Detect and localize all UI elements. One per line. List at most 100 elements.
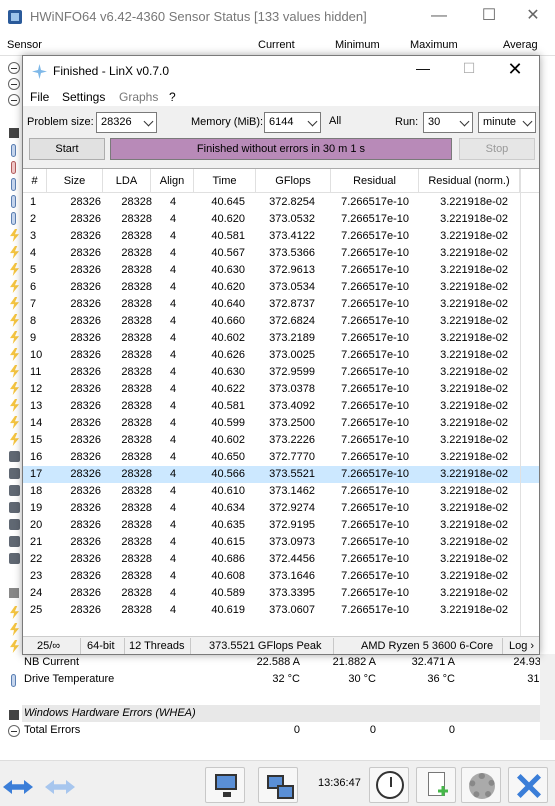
- menu-settings[interactable]: Settings: [62, 90, 105, 104]
- table-row[interactable]: 1 28326 28328 4 40.645 372.8254 7.266517e-10 3.…: [23, 194, 539, 211]
- sensor-monitor-button[interactable]: [205, 767, 245, 803]
- hwinfo-maximize-button[interactable]: ☐: [466, 0, 512, 32]
- column-sensor[interactable]: Sensor: [7, 39, 42, 51]
- cell-lda: 28328: [121, 570, 152, 582]
- linx-minimize-button[interactable]: —: [413, 60, 433, 76]
- hwinfo-vertical-scrollbar[interactable]: [540, 654, 555, 740]
- run-unit-select[interactable]: minute: [478, 112, 536, 133]
- voltage-icon: [10, 399, 19, 412]
- cell-lda: 28328: [121, 553, 152, 565]
- column-maximum[interactable]: Maximum: [410, 39, 458, 51]
- column-minimum[interactable]: Minimum: [335, 39, 380, 51]
- navigate-arrows-button[interactable]: [3, 767, 41, 803]
- voltage-icon: [10, 297, 19, 310]
- header-time[interactable]: Time: [194, 169, 256, 193]
- table-row[interactable]: 23 28326 28328 4 40.608 373.1646 7.266517e-10 3…: [23, 568, 539, 585]
- linx-close-button[interactable]: ✕: [505, 59, 525, 80]
- collapse-icon[interactable]: [8, 78, 20, 90]
- memory-select[interactable]: 6144: [264, 112, 321, 133]
- table-row[interactable]: 8 28326 28328 4 40.660 372.6824 7.266517e-10 3.…: [23, 313, 539, 330]
- cell-residual: 7.266517e-10: [341, 213, 409, 225]
- log-button[interactable]: Log ›: [509, 640, 534, 652]
- menu-file[interactable]: File: [30, 90, 49, 104]
- table-row[interactable]: 4 28326 28328 4 40.567 373.5366 7.266517e-10 3.…: [23, 245, 539, 262]
- table-row[interactable]: 18 28326 28328 4 40.610 373.1462 7.266517e-10 3…: [23, 483, 539, 500]
- header-gflops[interactable]: GFlops: [256, 169, 331, 193]
- menu-help[interactable]: ?: [169, 90, 176, 104]
- cell-lda: 28328: [121, 502, 152, 514]
- table-row[interactable]: 24 28326 28328 4 40.589 373.3395 7.266517e-10 3…: [23, 585, 539, 602]
- hwinfo-minimize-button[interactable]: —: [416, 0, 462, 32]
- table-row[interactable]: 13 28326 28328 4 40.581 373.4092 7.266517e-10 3…: [23, 398, 539, 415]
- add-report-icon: [428, 772, 445, 796]
- cell-time: 40.589: [211, 587, 245, 599]
- network-button[interactable]: [258, 767, 298, 803]
- column-average[interactable]: Averag: [503, 39, 538, 51]
- navigate-arrows-alt-button[interactable]: [45, 767, 83, 803]
- all-memory-option[interactable]: All: [329, 115, 341, 127]
- problem-size-value: 28326: [101, 116, 132, 128]
- run-count-select[interactable]: 30: [423, 112, 473, 133]
- table-row[interactable]: 17 28326 28328 4 40.566 373.5521 7.266517e-10 3…: [23, 466, 539, 483]
- settings-button[interactable]: [461, 767, 501, 803]
- collapse-icon[interactable]: [8, 725, 20, 737]
- table-row[interactable]: 11 28326 28328 4 40.630 372.9599 7.266517e-10 3…: [23, 364, 539, 381]
- table-row[interactable]: 25 28326 28328 4 40.619 373.0607 7.266517e-10 3…: [23, 602, 539, 619]
- logging-button[interactable]: [416, 767, 456, 803]
- table-row[interactable]: 22 28326 28328 4 40.686 372.4456 7.266517e-10 3…: [23, 551, 539, 568]
- sensor-group-whea[interactable]: Windows Hardware Errors (WHEA): [22, 705, 555, 722]
- header-number[interactable]: #: [23, 169, 47, 193]
- table-row[interactable]: 16 28326 28328 4 40.650 372.7770 7.266517e-10 3…: [23, 449, 539, 466]
- table-row[interactable]: 21 28326 28328 4 40.615 373.0973 7.266517e-10 3…: [23, 534, 539, 551]
- header-residual-norm[interactable]: Residual (norm.): [419, 169, 520, 193]
- close-sensors-button[interactable]: [508, 767, 548, 803]
- cell-residual-norm: 3.221918e-02: [440, 434, 508, 446]
- menu-graphs[interactable]: Graphs: [119, 90, 158, 104]
- cell-align: 4: [169, 247, 177, 259]
- sensor-row-nb-current[interactable]: NB Current 22.588 A 21.882 A 32.471 A 24…: [22, 654, 555, 671]
- hwinfo-close-button[interactable]: ✕: [510, 0, 555, 32]
- cell-residual: 7.266517e-10: [341, 417, 409, 429]
- clock-icon: [376, 771, 404, 799]
- reset-timer-button[interactable]: [369, 767, 409, 803]
- header-align[interactable]: Align: [151, 169, 194, 193]
- table-row[interactable]: 12 28326 28328 4 40.622 373.0378 7.266517e-10 3…: [23, 381, 539, 398]
- table-row[interactable]: 19 28326 28328 4 40.634 372.9274 7.266517e-10 3…: [23, 500, 539, 517]
- fan-icon: [9, 536, 20, 547]
- table-row[interactable]: 9 28326 28328 4 40.602 373.2189 7.266517e-10 3.…: [23, 330, 539, 347]
- sensor-row-total-errors[interactable]: Total Errors 0 0 0: [22, 722, 555, 739]
- cell-gflops: 373.2189: [269, 332, 315, 344]
- cell-residual: 7.266517e-10: [341, 485, 409, 497]
- table-row[interactable]: 5 28326 28328 4 40.630 372.9613 7.266517e-10 3.…: [23, 262, 539, 279]
- table-row[interactable]: 20 28326 28328 4 40.635 372.9195 7.266517e-10 3…: [23, 517, 539, 534]
- header-size[interactable]: Size: [47, 169, 103, 193]
- table-row[interactable]: 10 28326 28328 4 40.626 373.0025 7.266517e-10 3…: [23, 347, 539, 364]
- collapse-icon[interactable]: [8, 94, 20, 106]
- cell-residual-norm: 3.221918e-02: [440, 264, 508, 276]
- problem-size-select[interactable]: 28326: [96, 112, 157, 133]
- voltage-icon: [10, 623, 19, 636]
- cell-lda: 28328: [121, 451, 152, 463]
- table-row[interactable]: 14 28326 28328 4 40.599 373.2500 7.266517e-10 3…: [23, 415, 539, 432]
- table-row[interactable]: 6 28326 28328 4 40.620 373.0534 7.266517e-10 3.…: [23, 279, 539, 296]
- cell-time: 40.581: [211, 230, 245, 242]
- cell-lda: 28328: [121, 604, 152, 616]
- cell-residual: 7.266517e-10: [341, 434, 409, 446]
- sensor-minimum: 21.882 A: [332, 656, 376, 668]
- table-row[interactable]: 3 28326 28328 4 40.581 373.4122 7.266517e-10 3.…: [23, 228, 539, 245]
- cell-gflops: 373.0532: [269, 213, 315, 225]
- voltage-icon: [10, 263, 19, 276]
- header-residual[interactable]: Residual: [331, 169, 419, 193]
- table-row[interactable]: 15 28326 28328 4 40.602 373.2226 7.266517e-10 3…: [23, 432, 539, 449]
- sensor-row-drive-temperature[interactable]: Drive Temperature 32 °C 30 °C 36 °C 31 °: [22, 671, 555, 688]
- cell-time: 40.581: [211, 400, 245, 412]
- cell-time: 40.599: [211, 417, 245, 429]
- cell-gflops: 372.8737: [269, 298, 315, 310]
- header-lda[interactable]: LDA: [103, 169, 151, 193]
- table-row[interactable]: 2 28326 28328 4 40.620 373.0532 7.266517e-10 3.…: [23, 211, 539, 228]
- collapse-icon[interactable]: [8, 62, 20, 74]
- footer-divider: [80, 638, 81, 654]
- start-button[interactable]: Start: [29, 138, 105, 160]
- column-current[interactable]: Current: [258, 39, 295, 51]
- table-row[interactable]: 7 28326 28328 4 40.640 372.8737 7.266517e-10 3.…: [23, 296, 539, 313]
